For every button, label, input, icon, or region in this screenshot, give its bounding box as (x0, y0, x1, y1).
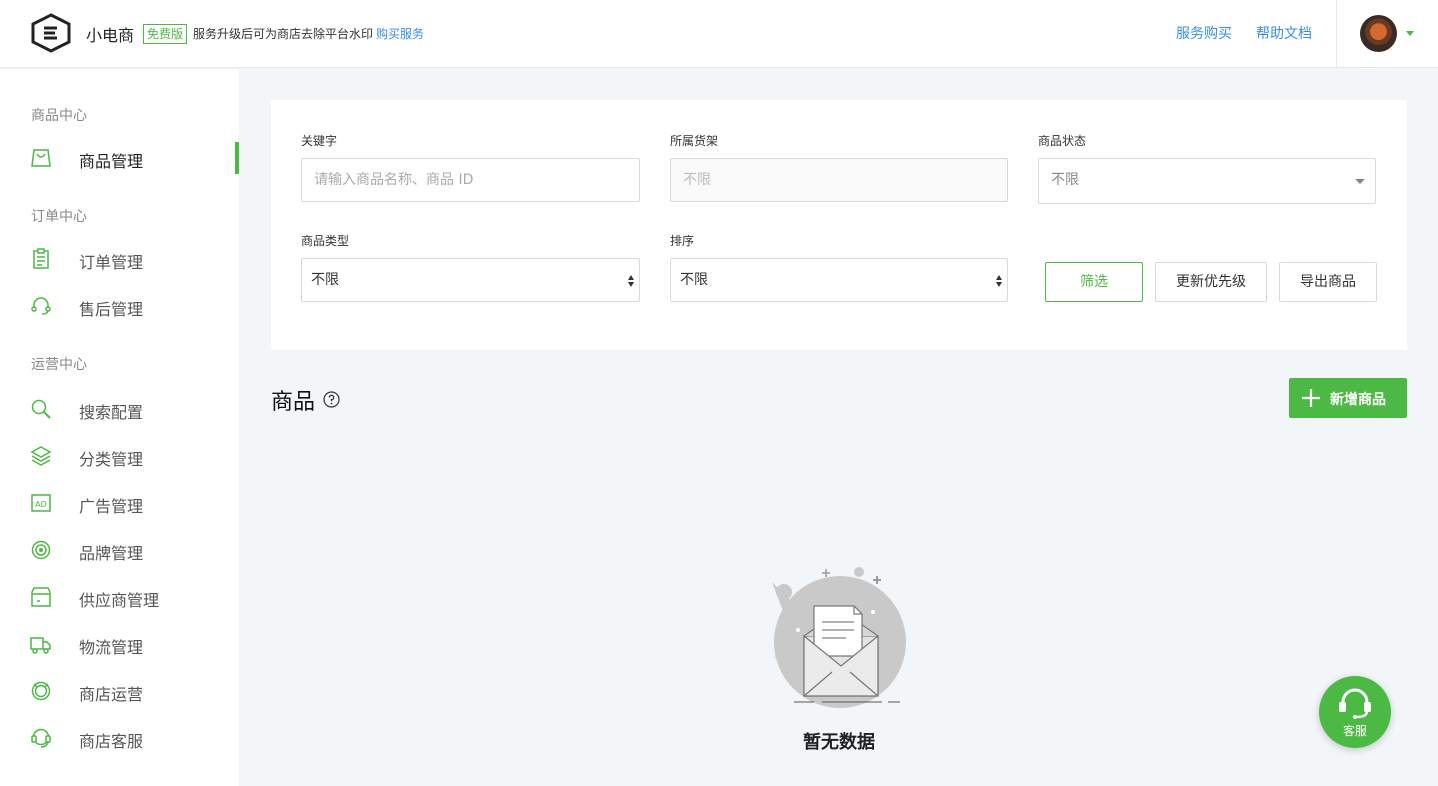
type-value: 不限 (311, 272, 339, 288)
section-title-operation: 运营中心 (31, 357, 87, 373)
plan-badge: 免费版 (143, 24, 188, 44)
filter-panel: 关键字 所属货架 不限 商品状态 不限 商品类型 不限 排序 不限 筛选 更新优… (271, 100, 1407, 350)
sort-select[interactable]: 不限 (670, 258, 1008, 302)
status-select[interactable]: 不限 (1038, 158, 1376, 204)
sidebar-item-label: 物流管理 (79, 638, 144, 657)
sidebar-item-label: 商店运营 (79, 685, 144, 704)
sort-value: 不限 (680, 272, 708, 288)
svg-text:AD: AD (35, 500, 47, 509)
clipboard-icon (33, 248, 49, 269)
ad-icon: AD (31, 494, 51, 512)
sidebar-item-category[interactable]: 分类管理 (0, 436, 239, 476)
brand-icon (31, 540, 51, 560)
sidebar-item-search-config[interactable]: 搜索配置 (0, 389, 239, 429)
sidebar-item-label: 供应商管理 (79, 591, 160, 610)
sort-arrows-icon (628, 275, 634, 287)
service-purchase-link[interactable]: 服务购买 (1176, 23, 1232, 43)
sidebar-item-supplier[interactable]: 供应商管理 (0, 577, 239, 617)
sort-label: 排序 (670, 234, 695, 248)
sidebar-item-brand[interactable]: 品牌管理 (0, 530, 239, 570)
upgrade-notice-text: 服务升级后可为商店去除平台水印 (193, 27, 374, 41)
sidebar-item-store-operation[interactable]: 商店运营 (0, 671, 239, 711)
operation-icon (31, 681, 51, 701)
layers-icon (30, 446, 52, 466)
status-label: 商品状态 (1038, 134, 1087, 148)
bag-icon (31, 149, 51, 167)
section-title-product: 商品中心 (31, 108, 87, 124)
logo-icon[interactable] (30, 13, 72, 53)
update-priority-button[interactable]: 更新优先级 (1155, 262, 1267, 302)
customer-service-label: 客服 (1342, 724, 1367, 738)
headset-icon (1339, 688, 1371, 719)
sidebar-item-ad[interactable]: AD 广告管理 (0, 483, 239, 523)
brand-name: 小电商 (86, 26, 135, 45)
empty-state-text: 暂无数据 (803, 732, 875, 753)
keyword-input[interactable] (314, 159, 639, 201)
plus-icon (1302, 389, 1320, 407)
type-label: 商品类型 (301, 234, 350, 248)
export-products-button[interactable]: 导出商品 (1279, 262, 1377, 302)
chevron-down-icon[interactable] (1406, 31, 1414, 36)
sidebar-item-after-sales[interactable]: 售后管理 (0, 286, 239, 326)
sidebar: 商品中心 商品管理 订单中心 订单管理 售后管理 运营中心 搜索配置 分类管理 … (0, 69, 239, 786)
add-product-label: 新增商品 (1330, 392, 1386, 408)
type-select[interactable]: 不限 (301, 258, 640, 302)
sidebar-item-label: 商品管理 (79, 152, 144, 171)
help-docs-link[interactable]: 帮助文档 (1256, 23, 1312, 43)
page-title: 商品 (271, 390, 316, 415)
shelf-field[interactable]: 不限 (670, 158, 1008, 202)
customer-service-button[interactable]: 客服 (1319, 676, 1391, 748)
headset-icon (31, 297, 51, 315)
section-title-order: 订单中心 (31, 209, 87, 225)
shelf-label: 所属货架 (670, 134, 719, 148)
sidebar-item-label: 搜索配置 (79, 403, 144, 422)
filter-button[interactable]: 筛选 (1045, 262, 1143, 302)
sidebar-item-logistics[interactable]: 物流管理 (0, 624, 239, 664)
sidebar-item-label: 售后管理 (79, 300, 144, 319)
buy-service-link[interactable]: 购买服务 (376, 27, 424, 41)
keyword-field[interactable] (301, 158, 640, 202)
support-icon (31, 728, 51, 748)
header-divider (1336, 0, 1337, 68)
search-icon (31, 399, 51, 419)
sidebar-item-label: 商店客服 (79, 732, 144, 751)
add-product-button[interactable]: 新增商品 (1289, 378, 1407, 418)
sort-arrows-icon (996, 275, 1002, 287)
shelf-value: 不限 (683, 172, 711, 188)
empty-envelope-icon (772, 567, 906, 708)
avatar[interactable] (1360, 15, 1397, 52)
sidebar-item-product-management[interactable]: 商品管理 (0, 138, 239, 178)
truck-icon (30, 637, 51, 654)
keyword-label: 关键字 (301, 134, 338, 148)
sidebar-item-label: 广告管理 (79, 497, 144, 516)
sidebar-item-label: 订单管理 (79, 253, 144, 272)
supplier-icon (31, 587, 51, 607)
top-header: 小电商 免费版 服务升级后可为商店去除平台水印 购买服务 服务购买 帮助文档 (0, 0, 1438, 68)
sidebar-item-order-management[interactable]: 订单管理 (0, 239, 239, 279)
chevron-down-icon (1355, 179, 1365, 184)
help-icon[interactable] (323, 391, 340, 408)
upgrade-notice: 服务升级后可为商店去除平台水印 购买服务 (193, 25, 424, 42)
sidebar-item-label: 分类管理 (79, 450, 144, 469)
status-value: 不限 (1051, 172, 1079, 188)
sidebar-item-customer-service[interactable]: 商店客服 (0, 718, 239, 758)
sidebar-item-label: 品牌管理 (79, 544, 144, 563)
